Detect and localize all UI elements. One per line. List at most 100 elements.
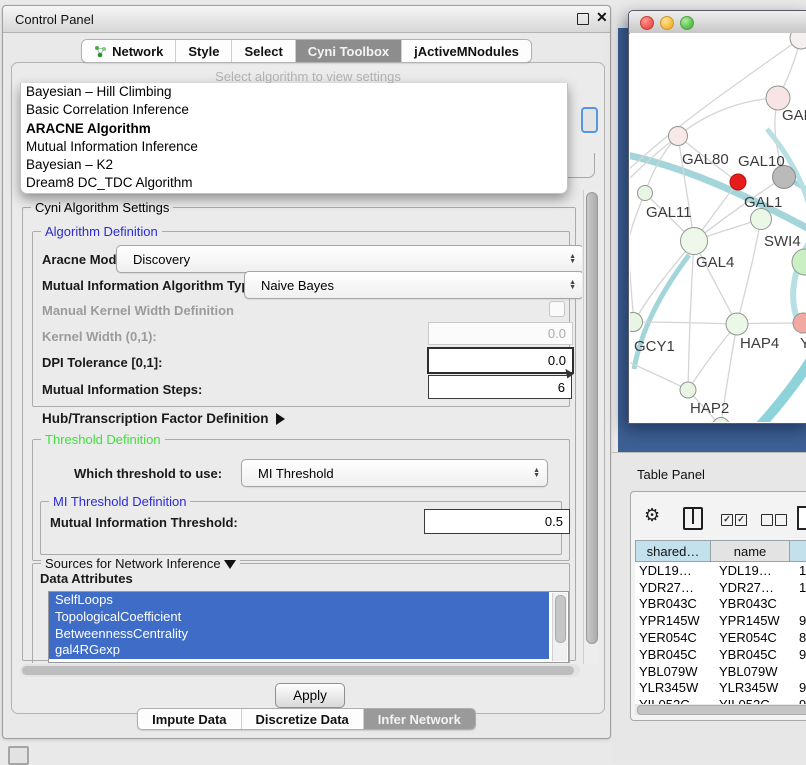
select-all-checkbox-icon[interactable]: ✓ (721, 514, 733, 526)
table-row[interactable]: YDL19…YDL19…13 (635, 562, 806, 579)
network-node[interactable] (730, 174, 746, 190)
algorithm-popup-item[interactable]: ARACNE Algorithm (21, 120, 567, 138)
table-row[interactable]: YPR145WYPR145W9. (635, 612, 806, 629)
algorithm-definition-title: Algorithm Definition (41, 224, 162, 239)
data-attributes-label: Data Attributes (40, 571, 133, 586)
which-threshold-label: Which threshold to use: (74, 466, 222, 481)
tab-impute-data[interactable]: Impute Data (138, 709, 241, 729)
node-label: GCY1 (634, 338, 675, 355)
export-table-icon[interactable] (796, 505, 806, 531)
tab-jactivemnodules[interactable]: jActiveMNodules (402, 40, 531, 62)
mi-steps-field[interactable]: 6 (428, 375, 572, 399)
manual-kernel-width-checkbox[interactable] (549, 301, 565, 317)
aracne-mode-combo[interactable]: Discovery ▲▼ (116, 245, 582, 273)
table-cell: YDR27… (713, 580, 795, 595)
table-horizontal-scrollbar[interactable] (635, 704, 806, 715)
network-node[interactable] (681, 228, 708, 255)
network-node[interactable] (630, 313, 643, 332)
settings-horizontal-scrollbar[interactable] (20, 664, 580, 677)
tab-discretize-data[interactable]: Discretize Data (242, 709, 364, 729)
control-panel-window: Control Panel ✕ NetworkStyleSelectCyni T… (2, 5, 611, 739)
network-node[interactable] (680, 382, 696, 398)
minimized-panel-icon[interactable] (8, 746, 29, 765)
close-icon[interactable]: ✕ (596, 9, 608, 26)
algorithm-popup-item[interactable]: Basic Correlation Inference (21, 101, 567, 119)
zoom-traffic-light-icon[interactable] (680, 16, 694, 30)
algorithm-popup-item[interactable]: Bayesian – K2 (21, 156, 567, 174)
table-cell: YLR345W (635, 680, 713, 695)
aracne-mode-value: Discovery (133, 252, 190, 267)
table-row[interactable]: YIL052CYIL052C9 (635, 696, 806, 704)
tab-cyni-toolbox[interactable]: Cyni Toolbox (296, 40, 402, 62)
attribute-list-scrollbar[interactable] (552, 593, 567, 661)
column-selector-icon[interactable] (683, 507, 703, 530)
dpi-tolerance-field[interactable]: 0.0 (427, 347, 574, 374)
table-row[interactable]: YBL079WYBL079W (635, 663, 806, 680)
mi-threshold-field[interactable]: 0.5 (424, 509, 570, 534)
network-edge (688, 324, 737, 390)
tab-style[interactable]: Style (176, 40, 232, 62)
data-attribute-item[interactable]: gal4RGexp (49, 642, 549, 659)
network-node[interactable] (726, 313, 748, 335)
control-panel-titlebar: Control Panel ✕ (3, 6, 610, 33)
select-all-checkbox-icon[interactable]: ✓ (735, 514, 747, 526)
node-label: Y (800, 335, 806, 352)
mi-algorithm-type-value: Naive Bayes (261, 278, 334, 293)
network-node[interactable] (669, 127, 688, 146)
column-header-A[interactable]: A (790, 540, 806, 562)
kernel-width-field: 0.0 (428, 322, 573, 345)
mi-algorithm-type-label: Mutual Information Algorithm Type: (42, 278, 261, 293)
minimize-traffic-light-icon[interactable] (660, 16, 674, 30)
table-cell: YLR345W (713, 680, 795, 695)
mi-threshold-definition-title: MI Threshold Definition (49, 494, 190, 509)
control-panel-title: Control Panel (15, 12, 94, 27)
algorithm-popup-item[interactable]: Bayesian – Hill Climbing (21, 83, 567, 101)
table-row[interactable]: YDR27…YDR27…12 (635, 579, 806, 596)
network-canvas[interactable]: GALGAL80GAL10GAL1GAL11SWI4GAL4GCY1HAP4YH… (630, 33, 806, 422)
table-cell: 9 (795, 697, 806, 704)
network-node[interactable] (713, 418, 730, 423)
mi-algorithm-type-combo[interactable]: Naive Bayes ▲▼ (244, 271, 582, 299)
float-window-icon[interactable] (577, 13, 589, 25)
gear-icon[interactable]: ⚙ (644, 506, 660, 524)
algorithm-select-placeholder[interactable]: Select algorithm to view settings (12, 69, 604, 84)
network-node[interactable] (790, 33, 806, 49)
table-row[interactable]: YLR345WYLR345W9. (635, 680, 806, 697)
hub-definition-toggle[interactable]: Hub/Transcription Factor Definition (42, 411, 285, 426)
data-attribute-item[interactable]: TopologicalCoefficient (49, 609, 549, 626)
close-traffic-light-icon[interactable] (640, 16, 654, 30)
tab-network[interactable]: Network (82, 40, 176, 62)
expanded-arrow-icon (224, 560, 236, 569)
algorithm-popup-item[interactable]: Mutual Information Inference (21, 138, 567, 156)
deselect-all-checkbox-icon[interactable] (761, 514, 773, 526)
column-header-name[interactable]: name (711, 540, 790, 562)
table-cell: YIL052C (635, 697, 713, 704)
settings-vertical-scrollbar[interactable] (583, 190, 598, 664)
data-attribute-item[interactable]: BetweennessCentrality (49, 626, 549, 643)
sources-toggle[interactable]: Sources for Network Inference (41, 556, 240, 571)
table-row[interactable]: YER054CYER054C8. (635, 629, 806, 646)
table-cell: YBR043C (635, 596, 713, 611)
network-node[interactable] (638, 186, 653, 201)
network-edge (634, 241, 694, 322)
apply-button[interactable]: Apply (275, 683, 345, 708)
data-attribute-item[interactable]: SelfLoops (49, 592, 549, 609)
tab-infer-network[interactable]: Infer Network (364, 709, 475, 729)
which-threshold-combo[interactable]: MI Threshold ▲▼ (241, 459, 548, 487)
data-attributes-list[interactable]: SelfLoopsTopologicalCoefficientBetweenne… (48, 591, 569, 663)
network-node[interactable] (751, 209, 772, 230)
table-row[interactable]: YBR045CYBR045C9. (635, 646, 806, 663)
table-cell: YIL052C (713, 697, 795, 704)
node-label: SWI4 (764, 233, 801, 250)
algorithm-dropdown-popup: Bayesian – Hill ClimbingBasic Correlatio… (20, 83, 568, 194)
table-cell: YPR145W (713, 613, 795, 628)
stepper-icon: ▲▼ (533, 468, 540, 478)
table-cell: YDL19… (713, 563, 795, 578)
table-row[interactable]: YBR043CYBR043C (635, 596, 806, 613)
algorithm-popup-item[interactable]: Dream8 DC_TDC Algorithm (21, 174, 567, 192)
bottom-tab-bar: Impute DataDiscretize DataInfer Network (3, 708, 610, 730)
tab-select[interactable]: Select (232, 40, 295, 62)
table-cell: 8. (795, 630, 806, 645)
deselect-all-checkbox-icon[interactable] (775, 514, 787, 526)
column-header-shared[interactable]: shared… (635, 540, 711, 562)
